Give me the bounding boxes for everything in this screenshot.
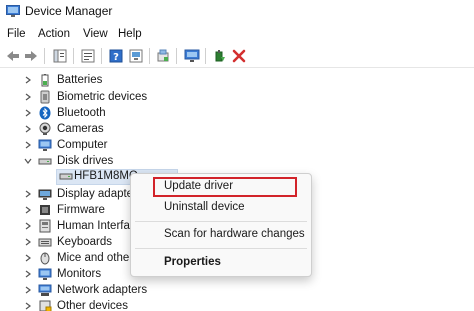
properties-icon — [81, 49, 95, 63]
menu-help[interactable]: Help — [118, 28, 142, 40]
computer-scan-icon — [184, 49, 200, 62]
tree-item-biometric-devices[interactable]: Biometric devices — [0, 89, 200, 105]
forward-button[interactable] — [22, 47, 40, 65]
window-title: Device Manager — [25, 4, 113, 18]
toolbar-separator — [176, 48, 177, 64]
chevron-right-icon[interactable] — [24, 282, 32, 298]
chevron-right-icon[interactable] — [24, 298, 32, 311]
computer-properties-icon — [129, 49, 143, 63]
show-hide-console-tree-icon — [53, 49, 67, 63]
update-driver-icon — [215, 50, 225, 62]
back-icon — [7, 51, 19, 61]
chevron-right-icon[interactable] — [24, 89, 32, 105]
tree-item-other-devices[interactable]: Other devices — [0, 298, 200, 311]
menu-file[interactable]: File — [7, 28, 26, 40]
toolbar-separator — [73, 48, 74, 64]
back-button[interactable] — [4, 47, 22, 65]
menu-bar: File Action View Help — [0, 25, 474, 45]
menu-action[interactable]: Action — [38, 28, 70, 40]
bluetooth-icon — [38, 106, 52, 120]
monitor-scan-button[interactable] — [183, 47, 201, 65]
tree-item-bluetooth[interactable]: Bluetooth — [0, 105, 200, 121]
device-manager-icon — [6, 5, 20, 17]
toolbar-separator — [205, 48, 206, 64]
network-adapter-icon — [38, 283, 52, 297]
toolbar-separator — [149, 48, 150, 64]
biometric-icon — [38, 90, 52, 104]
chevron-right-icon[interactable] — [24, 202, 32, 218]
tree-item-computer[interactable]: Computer — [0, 137, 200, 153]
tree-item-label: Cameras — [57, 123, 104, 135]
tree-item-disk-drives[interactable]: Disk drives — [0, 153, 200, 169]
tree-item-label: Batteries — [57, 74, 103, 86]
firmware-icon — [38, 203, 52, 217]
menu-separator — [135, 221, 307, 222]
update-driver-button[interactable] — [210, 47, 228, 65]
menu-separator — [135, 248, 307, 249]
title-bar: Device Manager — [0, 0, 474, 24]
tree-item-label: Other devices — [57, 300, 128, 311]
tree-item-label: Firmware — [57, 204, 105, 216]
uninstall-device-button[interactable] — [230, 47, 248, 65]
svg-text:?: ? — [113, 52, 119, 63]
uninstall-device-icon — [232, 49, 246, 63]
tree-item-label: Display adapter — [57, 188, 137, 200]
tree-item-label: Bluetooth — [57, 107, 106, 119]
chevron-down-icon[interactable] — [24, 153, 32, 169]
mouse-icon — [38, 251, 52, 265]
disk-drive-icon — [59, 173, 73, 180]
toolbar: ? — [0, 44, 474, 68]
update-driver-menu-item[interactable]: Update driver — [164, 180, 233, 192]
scan-hardware-icon — [157, 49, 169, 62]
battery-icon — [38, 73, 52, 87]
disk-drive-icon — [38, 154, 52, 168]
properties-menu-item[interactable]: Properties — [164, 256, 221, 268]
tree-item-label: Mice and other — [57, 252, 134, 264]
chevron-right-icon[interactable] — [24, 105, 32, 121]
display-adapter-icon — [38, 187, 52, 201]
tree-item-label: Monitors — [57, 268, 102, 280]
tree-item-network-adapters[interactable]: Network adapters — [0, 282, 200, 298]
keyboard-icon — [38, 235, 52, 249]
help-icon: ? — [109, 49, 123, 63]
other-devices-icon — [38, 299, 52, 311]
hid-icon — [38, 219, 52, 233]
chevron-right-icon[interactable] — [24, 266, 32, 282]
chevron-right-icon[interactable] — [24, 72, 32, 88]
show-hide-console-tree-button[interactable] — [51, 47, 69, 65]
computer-icon — [38, 138, 52, 152]
tree-item-label: Disk drives — [57, 155, 114, 167]
chevron-right-icon[interactable] — [24, 137, 32, 153]
toolbar-separator — [101, 48, 102, 64]
chevron-right-icon[interactable] — [24, 218, 32, 234]
context-menu: Update driver Uninstall device Scan for … — [130, 173, 312, 277]
tree-item-label: Keyboards — [57, 236, 112, 248]
chevron-right-icon[interactable] — [24, 121, 32, 137]
camera-icon — [38, 122, 52, 136]
forward-icon — [25, 51, 37, 61]
tree-item-label: Human Interfac — [57, 220, 136, 232]
uninstall-device-menu-item[interactable]: Uninstall device — [164, 201, 245, 213]
chevron-right-icon[interactable] — [24, 250, 32, 266]
toolbar-separator — [44, 48, 45, 64]
computer-properties-button[interactable] — [127, 47, 145, 65]
monitor-icon — [38, 267, 52, 281]
help-button[interactable]: ? — [107, 47, 125, 65]
properties-button[interactable] — [79, 47, 97, 65]
scan-hardware-menu-item[interactable]: Scan for hardware changes — [164, 228, 305, 240]
tree-item-label: Computer — [57, 139, 108, 151]
tree-item-cameras[interactable]: Cameras — [0, 121, 200, 137]
scan-hardware-button[interactable] — [154, 47, 172, 65]
tree-item-batteries[interactable]: Batteries — [0, 72, 200, 88]
menu-view[interactable]: View — [83, 28, 108, 40]
chevron-right-icon[interactable] — [24, 186, 32, 202]
tree-item-label: Network adapters — [57, 284, 148, 296]
chevron-right-icon[interactable] — [24, 234, 32, 250]
tree-item-label: Biometric devices — [57, 91, 148, 103]
